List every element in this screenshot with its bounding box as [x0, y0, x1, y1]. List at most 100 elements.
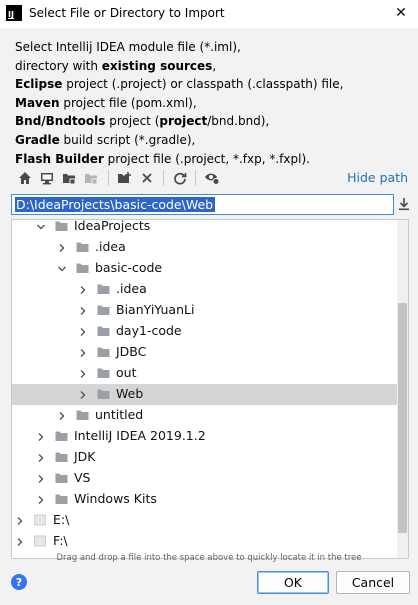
description-keyword: existing sources: [101, 58, 213, 73]
description-text: Select Intellij IDEA module file (*.iml)…: [15, 40, 241, 54]
chevron-right-icon[interactable]: [78, 347, 88, 357]
tree-row[interactable]: Windows Kits: [12, 489, 398, 510]
download-icon[interactable]: [397, 196, 411, 212]
description-keyword: project: [159, 114, 208, 129]
chevron-right-icon[interactable]: [78, 284, 88, 294]
tree-row[interactable]: VS: [12, 468, 398, 489]
tree-row[interactable]: Web: [12, 384, 398, 405]
tree-row[interactable]: .idea: [12, 237, 398, 258]
chevron-right-icon[interactable]: [36, 431, 46, 441]
project-folder-icon[interactable]: [59, 168, 79, 188]
tree-row-label: IntelliJ IDEA 2019.1.2: [74, 428, 206, 443]
folder-icon: [97, 304, 110, 316]
chevron-right-icon[interactable]: [78, 389, 88, 399]
folder-icon: [55, 493, 68, 505]
folder-icon: [55, 430, 68, 442]
close-icon[interactable]: ✕: [392, 4, 410, 22]
folder-icon: [97, 346, 110, 358]
new-folder-icon[interactable]: [115, 168, 135, 188]
help-button[interactable]: ?: [11, 574, 27, 590]
title-bar: IJ Select File or Directory to Import ✕: [0, 0, 418, 28]
description-keyword: Gradle: [15, 132, 60, 147]
chevron-right-icon[interactable]: [78, 305, 88, 315]
window-title: Select File or Directory to Import: [29, 6, 225, 20]
tree-row-label: out: [116, 365, 137, 380]
chevron-right-icon[interactable]: [15, 515, 25, 525]
chevron-down-icon[interactable]: [36, 221, 46, 231]
tree-row[interactable]: day1-code: [12, 321, 398, 342]
tree-row[interactable]: JDK: [12, 447, 398, 468]
description-line: Gradle build script (*.gradle),: [15, 131, 343, 150]
tree-row[interactable]: E:\: [12, 510, 398, 531]
toolbar-separator: [195, 170, 196, 186]
tree-row-label: F:\: [53, 533, 68, 548]
description-text: project (.project) or classpath (.classp…: [62, 77, 344, 92]
chevron-right-icon[interactable]: [78, 368, 88, 378]
toolbar: Hide path: [13, 167, 413, 189]
tree-row-label: untitled: [95, 407, 144, 422]
tree-row-label: JDK: [74, 449, 96, 464]
folder-icon: [76, 262, 89, 274]
folder-icon: [97, 283, 110, 295]
chevron-right-icon[interactable]: [15, 536, 25, 546]
tree-row-label: .idea: [116, 281, 147, 296]
description-line: Eclipse project (.project) or classpath …: [15, 75, 343, 94]
tree-row-label: BianYiYuanLi: [116, 302, 195, 317]
tree-row[interactable]: BianYiYuanLi: [12, 300, 398, 321]
description-text: project file (pom.xml),: [59, 95, 197, 110]
tree-row-label: .idea: [95, 239, 126, 254]
drive-icon: [34, 535, 47, 547]
tree-scrollbar[interactable]: [397, 220, 408, 558]
tree-row-label: VS: [74, 470, 91, 485]
chevron-right-icon[interactable]: [78, 326, 88, 336]
tree-row[interactable]: basic-code: [12, 258, 398, 279]
path-input[interactable]: D:\IdeaProjects\basic-code\Web: [11, 194, 394, 215]
folder-icon: [97, 367, 110, 379]
chevron-down-icon[interactable]: [57, 263, 67, 273]
description-keyword: Eclipse: [15, 77, 63, 92]
chevron-right-icon[interactable]: [36, 452, 46, 462]
ok-button[interactable]: OK: [257, 571, 329, 594]
tree-row[interactable]: IntelliJ IDEA 2019.1.2: [12, 426, 398, 447]
tree-row[interactable]: JDBC: [12, 342, 398, 363]
tree-row-label: E:\: [53, 512, 70, 527]
desktop-icon[interactable]: [37, 168, 57, 188]
folder-icon: [55, 472, 68, 484]
cancel-button[interactable]: Cancel: [336, 571, 410, 594]
tree-row[interactable]: untitled: [12, 405, 398, 426]
tree-row[interactable]: IdeaProjects: [12, 219, 398, 237]
description-keyword: Flash Builder: [15, 151, 104, 166]
folder-icon: [76, 409, 89, 421]
description-line: Bnd/Bndtools project (project/bnd.bnd),: [15, 112, 343, 131]
drag-drop-hint: Drag and drop a file into the space abov…: [56, 553, 362, 563]
description-line: directory with existing sources,: [15, 57, 343, 76]
tree-row-label: day1-code: [116, 323, 182, 338]
tree-row[interactable]: out: [12, 363, 398, 384]
tree-row[interactable]: F:\: [12, 531, 398, 552]
file-tree[interactable]: IdeaProjects .idea basic-code .idea BianYiYu…: [11, 219, 409, 559]
tree-row-label: JDBC: [116, 344, 147, 359]
import-description: Select Intellij IDEA module file (*.iml)…: [15, 38, 343, 168]
description-line: Maven project file (pom.xml),: [15, 94, 343, 113]
description-text: ,: [212, 58, 217, 73]
show-hidden-icon[interactable]: [202, 168, 222, 188]
toolbar-separator: [163, 170, 164, 186]
folder-icon: [55, 220, 68, 232]
description-text: project (: [105, 114, 160, 129]
description-keyword: Maven: [15, 95, 60, 110]
folder-icon: [97, 388, 110, 400]
hide-path-link[interactable]: Hide path: [347, 170, 408, 185]
chevron-right-icon[interactable]: [36, 473, 46, 483]
intellij-app-icon: IJ: [6, 5, 22, 21]
chevron-right-icon[interactable]: [57, 410, 67, 420]
tree-scrollbar-thumb[interactable]: [398, 303, 407, 533]
chevron-right-icon[interactable]: [57, 242, 67, 252]
description-text: directory with: [15, 58, 102, 73]
delete-icon[interactable]: [137, 168, 157, 188]
chevron-right-icon[interactable]: [36, 494, 46, 504]
tree-row[interactable]: .idea: [12, 279, 398, 300]
tree-row-label: IdeaProjects: [74, 219, 151, 233]
refresh-icon[interactable]: [170, 168, 190, 188]
home-icon[interactable]: [15, 168, 35, 188]
folder-icon: [76, 241, 89, 253]
